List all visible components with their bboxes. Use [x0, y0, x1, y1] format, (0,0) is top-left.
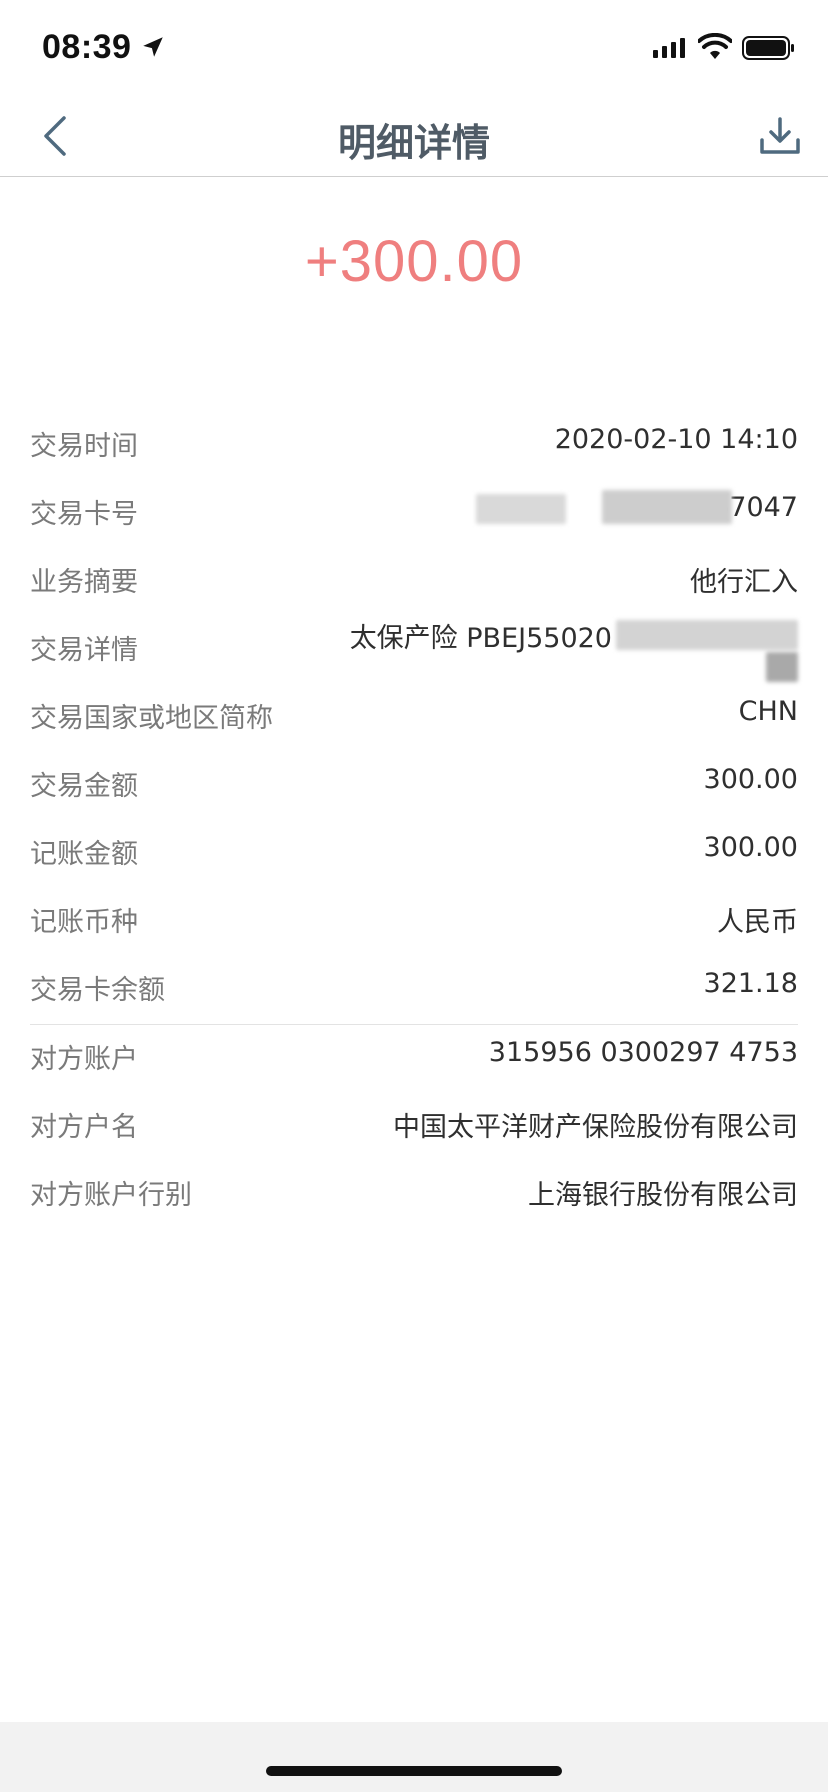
transaction-amount: +300.00: [304, 229, 524, 294]
detail-label: 交易卡余额: [30, 975, 165, 1006]
detail-value: 300.00: [703, 764, 798, 795]
detail-label: 交易国家或地区简称: [30, 703, 273, 734]
detail-value: 300.00: [703, 832, 798, 863]
detail-row-counterparty-account: 对方账户 315956 0300297 4753: [30, 1025, 798, 1093]
detail-row-transaction-amount: 交易金额 300.00: [30, 752, 798, 820]
detail-row-transaction-time: 交易时间 2020-02-10 14:10: [30, 412, 798, 480]
detail-row-card-number: 交易卡号 67047: [30, 480, 798, 548]
nav-bar: 明细详情: [0, 96, 828, 177]
masked-region: [476, 494, 566, 524]
detail-row-country: 交易国家或地区简称 CHN: [30, 684, 798, 752]
detail-label: 对方账户行别: [30, 1180, 192, 1211]
back-button[interactable]: [32, 110, 76, 162]
detail-value: 人民币: [717, 907, 798, 938]
detail-label: 对方户名: [30, 1112, 138, 1143]
masked-region: [616, 620, 798, 650]
detail-row-transaction-detail: 交易详情 太保产险 PBEJ55020: [30, 616, 798, 684]
detail-label: 对方账户: [30, 1044, 138, 1075]
status-time: 08:39: [42, 28, 132, 66]
signal-icon: [653, 38, 685, 58]
detail-value: 上海银行股份有限公司: [528, 1180, 798, 1211]
detail-label: 交易金额: [30, 771, 138, 802]
detail-label: 交易详情: [30, 635, 138, 666]
download-icon: [760, 117, 800, 154]
detail-list: 交易时间 2020-02-10 14:10 交易卡号 67047 业务摘要 他行…: [30, 412, 798, 1229]
location-arrow-icon: [143, 37, 163, 57]
detail-label: 业务摘要: [30, 567, 138, 598]
battery-icon: [742, 36, 794, 60]
detail-row-posted-amount: 记账金额 300.00: [30, 820, 798, 888]
masked-region: [766, 652, 798, 682]
detail-row-currency: 记账币种 人民币: [30, 888, 798, 956]
chevron-left-icon: [44, 116, 66, 156]
detail-value: 他行汇入: [690, 567, 798, 598]
detail-value: 中国太平洋财产保险股份有限公司: [393, 1112, 798, 1143]
detail-value: 321.18: [703, 968, 798, 999]
wifi-icon: [698, 33, 732, 59]
home-indicator-area: [0, 1722, 828, 1792]
home-indicator[interactable]: [266, 1766, 562, 1776]
detail-label: 记账币种: [30, 907, 138, 938]
detail-label: 交易卡号: [30, 499, 138, 530]
detail-value: CHN: [738, 696, 798, 727]
detail-row-counterparty-name: 对方户名 中国太平洋财产保险股份有限公司: [30, 1093, 798, 1161]
detail-label: 记账金额: [30, 839, 138, 870]
detail-value: 2020-02-10 14:10: [554, 424, 798, 455]
detail-row-summary: 业务摘要 他行汇入: [30, 548, 798, 616]
detail-label: 交易时间: [30, 431, 138, 462]
detail-value: 315956 0300297 4753: [488, 1037, 798, 1068]
detail-row-card-balance: 交易卡余额 321.18: [30, 956, 798, 1024]
detail-row-counterparty-bank: 对方账户行别 上海银行股份有限公司: [30, 1161, 798, 1229]
masked-region: [602, 490, 732, 524]
download-button[interactable]: [754, 110, 806, 162]
detail-value: 太保产险 PBEJ55020: [349, 623, 612, 654]
page-title: 明细详情: [337, 121, 490, 165]
status-bar: 08:39: [0, 0, 828, 96]
